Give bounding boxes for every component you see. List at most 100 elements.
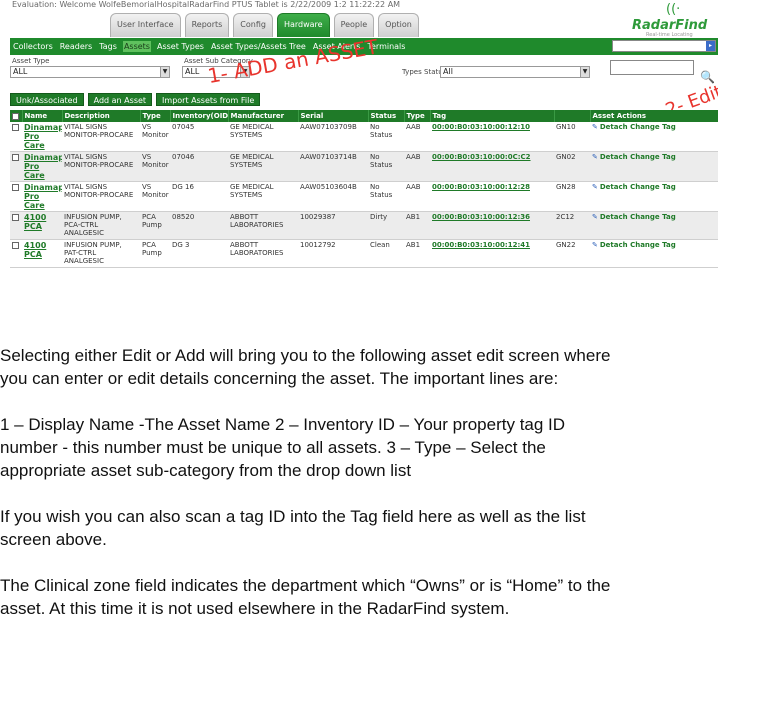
col-type[interactable]: Type [140, 110, 171, 122]
col-manufacturer[interactable]: Manufacturer [228, 110, 299, 122]
cell-manufacturer: ABBOTT LABORATORIES [228, 239, 298, 268]
welcome-text: Evaluation: Welcome WolfeBemorialHospita… [12, 0, 401, 9]
unassociated-button[interactable]: Unk/Associated [10, 93, 84, 106]
top-tabs: User Interface Reports Config Hardware P… [110, 13, 419, 37]
action-buttons: Unk/Associated Add an Asset Import Asset… [10, 93, 261, 106]
pencil-edit-icon[interactable]: ✎ [592, 183, 598, 191]
asset-table: Name Description Type Inventory(OID)# Ma… [10, 110, 718, 268]
row-checkbox[interactable] [12, 241, 19, 249]
detach-change-tag-link[interactable]: Detach Change Tag [600, 153, 676, 161]
pencil-edit-icon[interactable]: ✎ [592, 153, 598, 161]
col-select[interactable] [10, 110, 23, 122]
cell-description: INFUSION PUMP, PCA-CTRL ANALGESIC [62, 211, 140, 240]
detach-change-tag-link[interactable]: Detach Change Tag [600, 123, 676, 131]
cell-serial: 10012792 [298, 239, 368, 268]
nav-readers[interactable]: Readers [59, 41, 93, 52]
nav-collectors[interactable]: Collectors [12, 41, 54, 52]
pencil-edit-icon[interactable]: ✎ [592, 123, 598, 131]
detach-change-tag-link[interactable]: Detach Change Tag [600, 183, 676, 191]
cell-inventory: 07046 [170, 151, 228, 182]
nav-search-input[interactable]: ▸ [612, 40, 716, 52]
tag-link[interactable]: 00:00:B0:03:10:00:12:41 [432, 241, 530, 249]
table-row: Dinamap Pro Care VITAL SIGNS MONITOR-PRO… [10, 122, 718, 152]
paragraph-scan-tag: If you wish you can also scan a tag ID i… [0, 507, 586, 549]
cell-type2: AAB [404, 181, 430, 212]
cell-short: GN02 [554, 151, 590, 182]
cell-description: VITAL SIGNS MONITOR-PROCARE [62, 151, 140, 182]
tab-reports[interactable]: Reports [184, 13, 230, 37]
cell-manufacturer: GE MEDICAL SYSTEMS [228, 151, 298, 182]
tag-link[interactable]: 00:00:B0:03:10:00:12:10 [432, 123, 530, 131]
asset-name-link[interactable]: Dinamap Pro Care [24, 153, 62, 180]
screenshot-panel: Evaluation: Welcome WolfeBemorialHospita… [10, 0, 718, 271]
tab-user-interface[interactable]: User Interface [110, 13, 181, 37]
col-description[interactable]: Description [62, 110, 141, 122]
detach-change-tag-link[interactable]: Detach Change Tag [600, 241, 676, 249]
col-inventory[interactable]: Inventory(OID)# [170, 110, 229, 122]
col-tag[interactable]: Tag [430, 110, 555, 122]
scan-input[interactable] [610, 60, 694, 75]
paragraph-clinical-zone: The Clinical zone field indicates the de… [0, 576, 611, 618]
col-serial[interactable]: Serial [298, 110, 369, 122]
asset-name-link[interactable]: 4100 PCA [24, 241, 46, 259]
table-row: Dinamap Pro Care VITAL SIGNS MONITOR-PRO… [10, 181, 718, 212]
cell-description: VITAL SIGNS MONITOR-PROCARE [62, 122, 140, 152]
logo-name: RadarFind [632, 18, 708, 33]
chevron-down-icon: ▼ [160, 67, 169, 77]
cell-type: PCA Pump [140, 211, 170, 240]
tab-hardware[interactable]: Hardware [276, 13, 330, 37]
cell-status: No Status [368, 122, 404, 152]
table-header: Name Description Type Inventory(OID)# Ma… [10, 110, 718, 122]
cell-serial: AAW05103604B [298, 181, 368, 212]
cell-description: VITAL SIGNS MONITOR-PROCARE [62, 181, 140, 212]
nav-tags[interactable]: Tags [98, 41, 118, 52]
asset-type-select[interactable]: ALL ▼ [10, 66, 170, 78]
pencil-edit-icon[interactable]: ✎ [592, 241, 598, 249]
select-all-checkbox[interactable] [12, 112, 19, 120]
col-status[interactable]: Status [368, 110, 405, 122]
signal-icon: ((· [666, 2, 681, 17]
add-asset-button[interactable]: Add an Asset [87, 93, 153, 106]
asset-name-link[interactable]: Dinamap Pro Care [24, 123, 62, 150]
cell-type2: AAB [404, 122, 430, 152]
detach-change-tag-link[interactable]: Detach Change Tag [600, 213, 676, 221]
cell-type: VS Monitor [140, 181, 170, 212]
cell-inventory: 07045 [170, 122, 228, 152]
cell-inventory: DG 3 [170, 239, 228, 268]
cell-type: VS Monitor [140, 122, 170, 152]
nav-assets[interactable]: Assets [122, 41, 151, 52]
tag-link[interactable]: 00:00:B0:03:10:00:0C:C2 [432, 153, 531, 161]
pencil-edit-icon[interactable]: ✎ [592, 213, 598, 221]
import-assets-button[interactable]: Import Assets from File [156, 93, 261, 106]
cell-type2: AB1 [404, 211, 430, 240]
tab-config[interactable]: Config [233, 13, 273, 37]
search-go-icon[interactable]: ▸ [706, 41, 715, 51]
cell-type: VS Monitor [140, 151, 170, 182]
asset-name-link[interactable]: Dinamap Pro Care [24, 183, 62, 210]
status-select[interactable]: All ▼ [440, 66, 590, 78]
cell-status: No Status [368, 181, 404, 212]
cell-inventory: DG 16 [170, 181, 228, 212]
asset-sub-value: ALL [185, 67, 200, 76]
table-row: Dinamap Pro Care VITAL SIGNS MONITOR-PRO… [10, 151, 718, 182]
col-type2[interactable]: Type [404, 110, 431, 122]
nav-asset-types[interactable]: Asset Types [156, 41, 205, 52]
tab-option[interactable]: Option [378, 13, 419, 37]
asset-type-label: Asset Type [12, 57, 50, 65]
col-name[interactable]: Name [22, 110, 63, 122]
asset-name-link[interactable]: 4100 PCA [24, 213, 46, 231]
tag-link[interactable]: 00:00:B0:03:10:00:12:36 [432, 213, 530, 221]
cell-short: GN22 [554, 239, 590, 268]
paragraph-edit-screen: Selecting either Edit or Add will bring … [0, 346, 611, 388]
status-value: All [443, 67, 453, 76]
row-checkbox[interactable] [12, 183, 19, 191]
tab-people[interactable]: People [333, 13, 375, 37]
row-checkbox[interactable] [12, 123, 19, 131]
row-checkbox[interactable] [12, 153, 19, 161]
asset-type-value: ALL [13, 67, 28, 76]
row-checkbox[interactable] [12, 213, 19, 221]
cell-manufacturer: GE MEDICAL SYSTEMS [228, 122, 298, 152]
tag-link[interactable]: 00:00:B0:03:10:00:12:28 [432, 183, 530, 191]
cell-type2: AB1 [404, 239, 430, 268]
table-row: 4100 PCA INFUSION PUMP, PCA-CTRL ANALGES… [10, 211, 718, 240]
